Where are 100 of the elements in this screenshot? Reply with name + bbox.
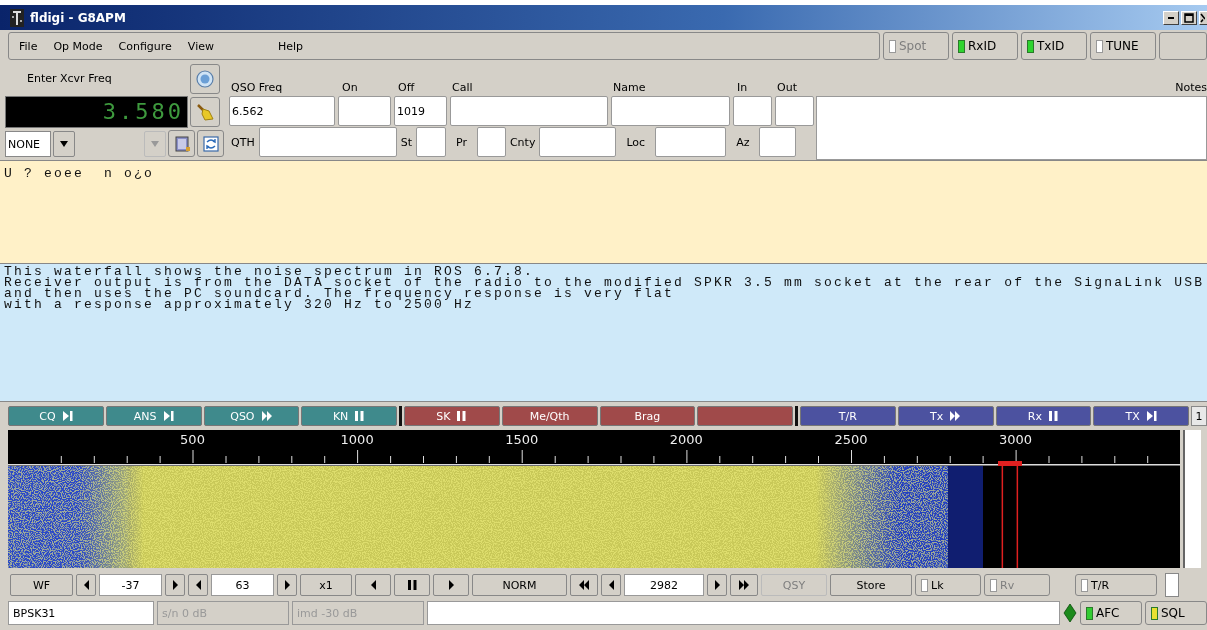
input-field[interactable]	[759, 127, 797, 157]
button[interactable]: WF	[10, 574, 73, 596]
blank-panel	[1165, 573, 1179, 597]
toggle-button[interactable]: TUNE	[1090, 32, 1156, 60]
cursor-marker	[997, 461, 1022, 466]
fast-forward-button[interactable]	[730, 574, 758, 596]
input-field[interactable]	[258, 127, 397, 157]
input-field[interactable]	[415, 127, 446, 157]
maximize-button[interactable]	[1181, 10, 1197, 25]
input-field[interactable]: 63	[211, 574, 274, 596]
refresh-button[interactable]	[197, 130, 224, 157]
empty-button[interactable]	[1159, 32, 1207, 60]
field-label: St	[399, 135, 413, 149]
broom-button[interactable]	[190, 96, 220, 127]
scale-label: 2500	[834, 432, 868, 447]
xcvr-label: Enter Xcvr Freq	[26, 72, 113, 85]
input-field[interactable]: 6.562	[229, 96, 335, 126]
input-field[interactable]	[775, 96, 814, 126]
caret-icon	[150, 139, 160, 148]
input-field[interactable]: 1019	[394, 96, 447, 126]
notes-field[interactable]	[816, 96, 1207, 160]
input-field[interactable]	[655, 127, 727, 157]
left-arrow-button[interactable]	[76, 574, 96, 596]
skip-icon	[61, 410, 73, 422]
menu-item[interactable]: Op Mode	[45, 39, 111, 53]
right-arrow-icon	[446, 579, 456, 591]
button[interactable]: x1	[300, 574, 352, 596]
dropdown-button[interactable]	[53, 130, 75, 157]
scale-label: 500	[180, 432, 205, 447]
macro-button[interactable]: KN	[301, 406, 397, 426]
macro-button[interactable]: TX	[1093, 406, 1189, 426]
book-icon	[172, 134, 191, 153]
macro-button[interactable]: CQ	[8, 406, 104, 426]
scrollbar[interactable]	[1183, 430, 1201, 568]
menu-item[interactable]: View	[179, 39, 222, 53]
macro-button[interactable]: Me/Qth	[501, 406, 598, 426]
minimize-button[interactable]	[1163, 10, 1179, 25]
left-arrow-button[interactable]	[355, 574, 391, 596]
pause-icon	[456, 410, 468, 422]
toggle-button[interactable]: SQL	[1145, 601, 1207, 625]
macro-button[interactable]: QSO	[203, 406, 300, 426]
toggle-button[interactable]: RxID	[952, 32, 1018, 60]
left-arrow-button[interactable]	[601, 574, 621, 596]
right-arrow-icon	[170, 579, 180, 591]
macro-page-button[interactable]: 1	[1191, 406, 1207, 426]
input-field[interactable]: 2982	[624, 574, 704, 596]
toggle-button[interactable]: TxID	[1021, 32, 1087, 60]
input-field[interactable]	[476, 127, 506, 157]
button[interactable]: Store	[830, 574, 912, 596]
rewind-button[interactable]	[570, 574, 598, 596]
right-arrow-button[interactable]	[707, 574, 727, 596]
book-button[interactable]	[168, 130, 195, 157]
mode-field[interactable]: BPSK31	[8, 601, 154, 625]
receive-text-area[interactable]: U ? eoee n o¿o	[0, 160, 1207, 264]
field-label: Notes	[1174, 80, 1207, 96]
field-label: In	[736, 81, 749, 96]
maximize-icon	[1184, 12, 1194, 23]
scale-label: 1500	[505, 432, 539, 447]
minimize-icon	[1168, 16, 1174, 19]
field-label: Name	[612, 81, 647, 96]
menu-item[interactable]: Configure	[110, 39, 180, 53]
field-label: Off	[397, 81, 416, 96]
button[interactable]: NORM	[472, 574, 567, 596]
macro-button[interactable]: SK	[404, 406, 500, 426]
menu-item[interactable]: File	[11, 39, 46, 53]
input-field[interactable]: -37	[99, 574, 162, 596]
text-line: Receiver output is from the DATA socket of the radio to the modified SPKR 3.5 mm socket at the rear of the SignaLink USB	[4, 277, 1203, 288]
rewind-icon	[578, 579, 590, 591]
fast-forward-icon	[738, 579, 750, 591]
macro-button[interactable]: Tx	[897, 406, 994, 426]
pause-button[interactable]	[394, 574, 430, 596]
macro-button[interactable]: ANS	[105, 406, 202, 426]
pause-icon	[1047, 410, 1059, 422]
right-arrow-button[interactable]	[433, 574, 469, 596]
toggle-button[interactable]: AFC	[1080, 601, 1142, 625]
input-field[interactable]	[611, 96, 730, 126]
app-icon	[10, 8, 24, 27]
input-field[interactable]	[733, 96, 772, 126]
frequency-display[interactable]: 3.580	[5, 95, 188, 128]
input-field[interactable]	[539, 127, 617, 157]
menu-item[interactable]: Help	[269, 39, 312, 53]
scale-label: 1000	[340, 432, 374, 447]
right-arrow-icon	[282, 579, 292, 591]
close-button[interactable]	[1199, 10, 1207, 25]
window-title: fldigi - G8APM	[30, 10, 126, 25]
transmit-text-area[interactable]	[0, 264, 1207, 402]
macro-button[interactable]: Rx	[995, 406, 1092, 426]
left-arrow-button[interactable]	[188, 574, 208, 596]
toggle-button[interactable]: Lk	[915, 574, 981, 596]
field-label: Out	[776, 81, 798, 96]
scale-label: 2000	[669, 432, 703, 447]
globe-button[interactable]	[190, 63, 220, 94]
right-arrow-button[interactable]	[277, 574, 297, 596]
macro-button[interactable]: Brag	[599, 406, 696, 426]
input-field[interactable]	[338, 96, 391, 126]
input-field[interactable]	[450, 96, 608, 126]
toggle-button[interactable]: T/R	[1075, 574, 1157, 596]
right-arrow-button[interactable]	[165, 574, 185, 596]
mode-select-field[interactable]: NONE	[5, 130, 51, 157]
macro-button[interactable]: T/R	[800, 406, 896, 426]
